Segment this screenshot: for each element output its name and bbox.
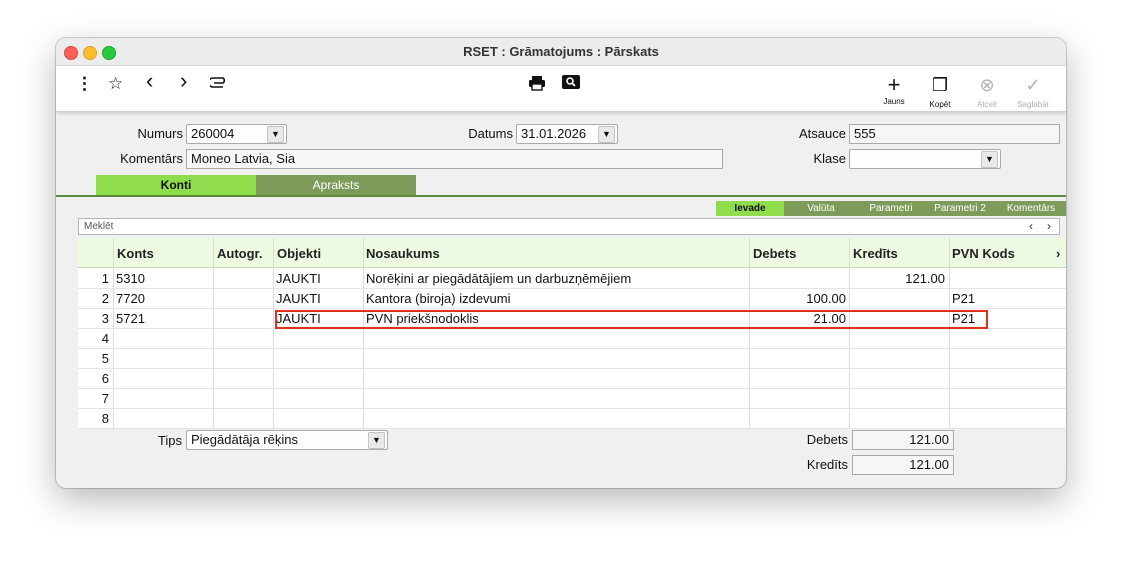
- atsauce-field[interactable]: 555: [849, 124, 1060, 144]
- klase-label: Klase: [813, 151, 846, 166]
- col-nosaukums[interactable]: Nosaukums: [366, 246, 440, 261]
- cell-konts[interactable]: 7720: [116, 291, 145, 306]
- chevron-down-icon: ▼: [368, 432, 385, 449]
- cell-kredits[interactable]: 121.00: [850, 271, 945, 286]
- checkmark-icon: ✓: [1025, 75, 1041, 95]
- tips-value: Piegādātāja rēķins: [191, 432, 298, 447]
- cancel-icon: ⊗: [979, 75, 995, 95]
- chevron-down-icon: ▼: [981, 151, 998, 168]
- subtab-valuta[interactable]: Valūta: [784, 201, 858, 216]
- cell-nosaukums[interactable]: Norēķini ar piegādātājiem un darbuzņēmēj…: [366, 271, 631, 286]
- tab-konti[interactable]: Konti: [96, 175, 256, 195]
- copy-button[interactable]: ❐ Kopēt: [917, 74, 963, 109]
- col-objekti[interactable]: Objekti: [277, 246, 321, 261]
- table-row[interactable]: 8: [78, 408, 1066, 429]
- row-number: 4: [101, 331, 109, 346]
- new-label: Jauns: [883, 97, 905, 106]
- subtab-ievade[interactable]: Ievade: [716, 201, 784, 216]
- tab-apraksts[interactable]: Apraksts: [256, 175, 416, 195]
- cell-pvn-kods[interactable]: P21: [952, 291, 975, 306]
- forward-icon[interactable]: ›: [180, 70, 187, 92]
- cell-debets[interactable]: 100.00: [750, 291, 846, 306]
- tips-select[interactable]: Piegādātāja rēķins ▼: [186, 430, 388, 450]
- star-icon[interactable]: ☆: [108, 75, 123, 93]
- save-button[interactable]: ✓ Saglabāt: [1010, 74, 1056, 109]
- cell-nosaukums[interactable]: Kantora (biroja) izdevumi: [366, 291, 511, 306]
- table-row[interactable]: 6: [78, 368, 1066, 389]
- total-kredits-label: Kredīts: [806, 457, 848, 472]
- cancel-button[interactable]: ⊗ Atcelt: [964, 74, 1010, 109]
- subtab-komentars[interactable]: Komentārs: [996, 201, 1066, 216]
- search-placeholder: Meklēt: [84, 221, 114, 232]
- total-debets-field: 121.00: [852, 430, 954, 450]
- klase-select[interactable]: ▼: [849, 149, 1001, 169]
- cancel-label: Atcelt: [976, 100, 997, 109]
- row-number: 8: [101, 411, 109, 426]
- title-bar: RSET : Grāmatojums : Pārskats: [56, 38, 1066, 66]
- search-input[interactable]: Meklēt ‹ ›: [78, 218, 1060, 235]
- komentars-field[interactable]: Moneo Latvia, Sia: [186, 149, 723, 169]
- subtab-parametri[interactable]: Parametri: [858, 201, 924, 216]
- cell-objekti[interactable]: JAUKTI: [276, 271, 321, 286]
- row-number: 6: [101, 371, 109, 386]
- chevron-down-icon: ▼: [598, 126, 615, 143]
- search-prev-icon[interactable]: ‹: [1029, 219, 1033, 234]
- cell-konts[interactable]: 5310: [116, 271, 145, 286]
- table-header: Konts Autogr. Objekti Nosaukums Debets K…: [78, 238, 1066, 268]
- app-window: RSET : Grāmatojums : Pārskats ⋮ ☆ ‹ › + …: [56, 38, 1066, 488]
- back-icon[interactable]: ‹: [146, 70, 153, 92]
- atsauce-label: Atsauce: [799, 126, 846, 141]
- new-button[interactable]: + Jauns: [871, 72, 917, 107]
- cell-konts[interactable]: 5721: [116, 311, 145, 326]
- accounts-table: Konts Autogr. Objekti Nosaukums Debets K…: [78, 238, 1066, 429]
- row-number: 5: [101, 351, 109, 366]
- datums-value: 31.01.2026: [521, 126, 587, 141]
- highlight-box: [275, 310, 988, 329]
- window-title: RSET : Grāmatojums : Pārskats: [463, 44, 659, 59]
- subtab-parametri-2[interactable]: Parametri 2: [924, 201, 996, 216]
- copy-label: Kopēt: [929, 100, 951, 109]
- total-kredits-field: 121.00: [852, 455, 954, 475]
- table-row[interactable]: 4: [78, 328, 1066, 349]
- col-debets[interactable]: Debets: [753, 246, 796, 261]
- preview-icon[interactable]: [562, 75, 580, 93]
- attachment-icon[interactable]: [207, 75, 228, 93]
- tips-label: Tips: [157, 433, 182, 448]
- chevron-down-icon: ▼: [267, 126, 284, 143]
- table-row[interactable]: 7: [78, 388, 1066, 409]
- col-pvn-kods[interactable]: PVN Kods: [952, 246, 1015, 261]
- numurs-select[interactable]: 260004 ▼: [186, 124, 287, 144]
- copy-icon: ❐: [931, 75, 949, 95]
- total-debets-label: Debets: [806, 432, 848, 447]
- tab-divider: [56, 195, 1066, 197]
- numurs-label: Numurs: [137, 126, 183, 141]
- more-menu-icon[interactable]: ⋮: [76, 75, 93, 93]
- table-row[interactable]: 1 5310 JAUKTI Norēķini ar piegādātājiem un …: [78, 268, 1066, 289]
- table-row[interactable]: 5: [78, 348, 1066, 369]
- row-number: 3: [101, 311, 109, 326]
- row-number: 7: [101, 391, 109, 406]
- search-next-icon[interactable]: ›: [1047, 219, 1051, 234]
- row-number: 1: [101, 271, 109, 286]
- plus-icon: +: [887, 72, 901, 97]
- datums-select[interactable]: 31.01.2026 ▼: [516, 124, 618, 144]
- cell-objekti[interactable]: JAUKTI: [276, 291, 321, 306]
- more-columns-icon[interactable]: ›: [1056, 246, 1060, 261]
- save-label: Saglabāt: [1017, 100, 1049, 109]
- col-kredits[interactable]: Kredīts: [853, 246, 898, 261]
- datums-label: Datums: [468, 126, 513, 141]
- table-row[interactable]: 2 7720 JAUKTI Kantora (biroja) izdevumi 100.…: [78, 288, 1066, 309]
- numurs-value: 260004: [191, 126, 235, 141]
- print-icon[interactable]: [528, 75, 546, 95]
- col-autogr[interactable]: Autogr.: [217, 246, 263, 261]
- col-konts[interactable]: Konts: [117, 246, 154, 261]
- row-number: 2: [101, 291, 109, 306]
- toolbar: ⋮ ☆ ‹ › + Jauns ❐ Kopēt ⊗ Atcelt ✓ Sagla…: [56, 66, 1066, 112]
- komentars-label: Komentārs: [120, 151, 183, 166]
